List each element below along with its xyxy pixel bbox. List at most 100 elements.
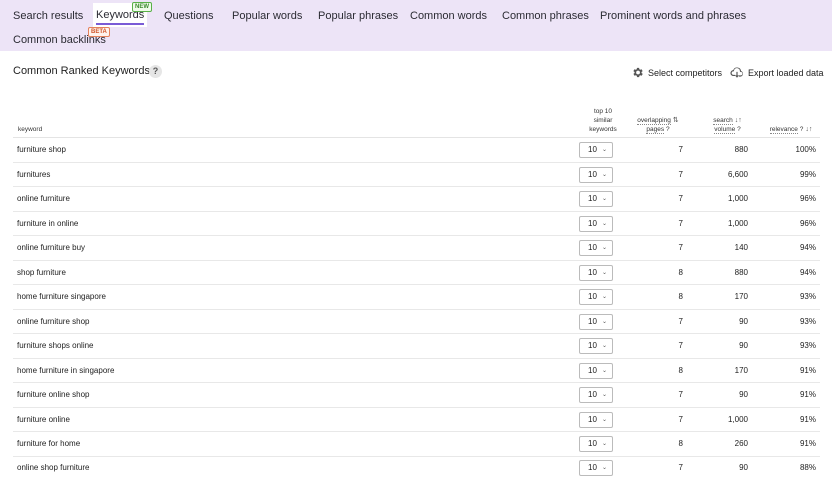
- chevron-down-icon: ⌄: [601, 416, 607, 423]
- search-volume-cell: 90: [739, 390, 748, 399]
- new-badge: NEW: [132, 2, 152, 12]
- overlapping-pages-cell: 7: [678, 414, 683, 424]
- sort-icon[interactable]: ↓↑: [805, 126, 812, 133]
- top10-column-header: top 10 similar keywords: [580, 107, 626, 134]
- table-row: furniture for home 10 ⌄ 8 260 91%: [13, 432, 820, 457]
- relevance-column-header[interactable]: relevance ? ↓↑: [762, 125, 820, 134]
- tab-popular-phrases[interactable]: Popular phrases: [318, 9, 398, 23]
- gear-icon: [631, 66, 644, 79]
- overlapping-pages-cell: 8: [678, 365, 683, 375]
- top10-select[interactable]: 10 ⌄: [579, 338, 613, 354]
- select-competitors-button[interactable]: Select competitors: [631, 66, 722, 79]
- table-row: online furniture shop 10 ⌄ 7 90 93%: [13, 310, 820, 334]
- top10-select[interactable]: 10 ⌄: [579, 142, 613, 158]
- keyword-cell: online furniture buy: [17, 243, 86, 252]
- tab-search-results[interactable]: Search results: [13, 9, 83, 23]
- select-value: 10: [588, 169, 597, 179]
- relevance-cell: 91%: [799, 365, 816, 375]
- relevance-cell: 96%: [799, 218, 816, 228]
- top10-select[interactable]: 10 ⌄: [579, 313, 613, 330]
- sort-icon[interactable]: ↓↑: [735, 117, 742, 124]
- tab-popular-words[interactable]: Popular words: [232, 9, 302, 23]
- search-volume-column-header[interactable]: search ↓↑ volume ?: [700, 116, 755, 134]
- help-mark: ?: [737, 126, 741, 133]
- relevance-cell: 99%: [799, 169, 816, 179]
- tab-label: Popular phrases: [318, 10, 399, 22]
- keyword-cell: online furniture: [17, 194, 70, 203]
- select-value: 10: [588, 145, 597, 154]
- overlapping-pages-cell: 7: [678, 218, 683, 228]
- relevance-cell: 93%: [799, 292, 816, 301]
- help-mark: ?: [665, 126, 670, 133]
- table-row: furniture online 10 ⌄ 7 1,000 91%: [13, 408, 820, 432]
- table-row: online furniture buy 10 ⌄ 7 140 94%: [13, 236, 820, 261]
- tab-common-phrases[interactable]: Common phrases: [502, 9, 589, 23]
- select-value: 10: [588, 194, 597, 203]
- table-row: furniture online shop 10 ⌄ 7 90 91%: [13, 383, 820, 408]
- table-row: furniture shops online 10 ⌄ 7 90 93%: [13, 334, 820, 359]
- top10-select[interactable]: 10 ⌄: [579, 362, 613, 379]
- top10-select[interactable]: 10 ⌄: [579, 264, 613, 281]
- keyword-cell: online furniture shop: [17, 316, 90, 326]
- overlapping-pages-cell: 7: [678, 463, 683, 472]
- search-volume-cell: 170: [734, 292, 748, 301]
- table-row: online furniture 10 ⌄ 7 1,000 96%: [13, 187, 820, 212]
- search-volume-cell: 90: [739, 341, 748, 350]
- search-volume-cell: 880: [734, 145, 748, 154]
- tab-common-words[interactable]: Common words: [410, 9, 487, 23]
- tab-label: Prominent words and phrases: [600, 10, 747, 22]
- chevron-down-icon: ⌄: [601, 196, 607, 202]
- keyword-cell: shop furniture: [17, 267, 66, 277]
- tab-label: Popular words: [232, 10, 303, 22]
- top10-select[interactable]: 10 ⌄: [579, 289, 613, 305]
- top10-select[interactable]: 10 ⌄: [579, 240, 613, 256]
- keyword-cell: furniture online shop: [17, 390, 90, 399]
- beta-badge: BETA: [88, 27, 110, 37]
- search-volume-cell: 1,000: [727, 218, 748, 228]
- export-loaded-data-button[interactable]: Export loaded data: [730, 66, 824, 79]
- overlapping-pages-column-header[interactable]: overlapping ⇅ pages ?: [628, 116, 688, 134]
- header-text: keywords: [589, 126, 617, 133]
- sort-icon[interactable]: ⇅: [673, 117, 679, 124]
- relevance-cell: 91%: [799, 439, 816, 448]
- search-volume-cell: 260: [734, 439, 748, 448]
- tab-prominent-words-and-phrases[interactable]: Prominent words and phrases: [600, 9, 746, 23]
- select-value: 10: [588, 414, 597, 424]
- search-volume-cell: 90: [739, 463, 748, 472]
- tab-bar: Search results Keywords NEW Questions Po…: [0, 0, 832, 51]
- top10-select[interactable]: 10 ⌄: [579, 436, 613, 452]
- search-volume-cell: 880: [734, 267, 748, 277]
- keyword-cell: furniture shops online: [17, 341, 94, 350]
- overlapping-pages-cell: 7: [678, 390, 683, 399]
- top10-select[interactable]: 10 ⌄: [579, 411, 613, 428]
- export-label: Export loaded data: [748, 67, 824, 78]
- select-value: 10: [588, 292, 597, 301]
- top10-select[interactable]: 10 ⌄: [579, 460, 613, 476]
- top10-select[interactable]: 10 ⌄: [579, 166, 613, 183]
- search-volume-cell: 1,000: [727, 414, 748, 424]
- chevron-down-icon: ⌄: [601, 171, 607, 178]
- search-volume-cell: 1,000: [727, 194, 748, 203]
- keyword-cell: furniture for home: [17, 439, 81, 448]
- cloud-download-icon: [730, 66, 744, 79]
- help-mark: ?: [799, 126, 804, 133]
- keyword-column-header: keyword: [18, 126, 43, 133]
- overlapping-pages-cell: 7: [678, 169, 683, 179]
- header-text: overlapping: [637, 117, 671, 125]
- header-text: volume: [714, 126, 736, 134]
- top10-select[interactable]: 10 ⌄: [579, 191, 613, 207]
- tab-questions[interactable]: Questions: [164, 9, 214, 23]
- tab-label: Search results: [13, 10, 84, 22]
- select-competitors-label: Select competitors: [648, 67, 723, 78]
- overlapping-pages-cell: 7: [678, 243, 683, 252]
- top10-select[interactable]: 10 ⌄: [579, 387, 613, 403]
- select-value: 10: [588, 267, 597, 277]
- relevance-cell: 94%: [799, 243, 816, 252]
- section-title: Common Ranked Keywords: [13, 65, 150, 77]
- search-volume-cell: 90: [739, 316, 748, 326]
- keyword-cell: furniture shop: [17, 145, 66, 154]
- select-value: 10: [588, 341, 597, 350]
- help-icon[interactable]: ?: [149, 65, 162, 78]
- top10-select[interactable]: 10 ⌄: [579, 215, 613, 232]
- overlapping-pages-cell: 8: [678, 267, 683, 277]
